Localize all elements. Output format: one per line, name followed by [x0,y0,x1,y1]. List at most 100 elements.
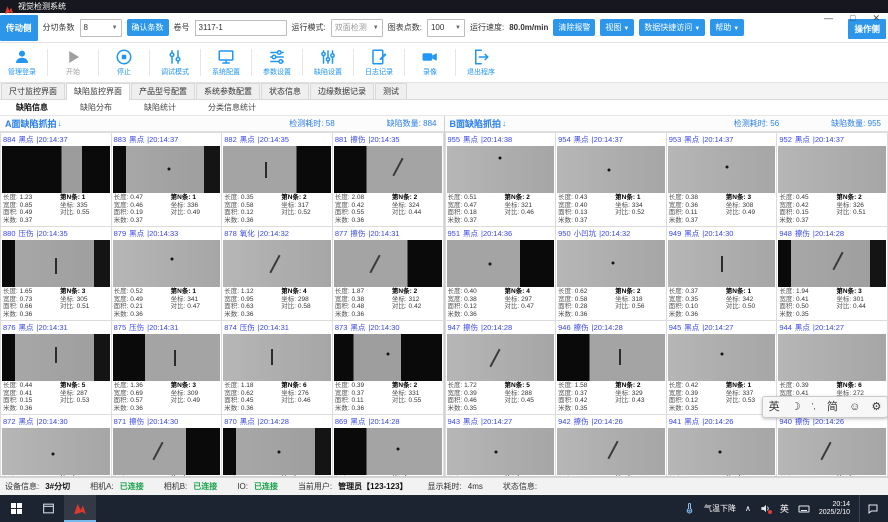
tab-4[interactable]: 状态信息 [261,83,309,99]
debug-icon [166,48,184,66]
ime-settings-gear-icon[interactable]: ⚙ [871,401,881,413]
defect-card[interactable]: 950小凹坑|20:14:32 长度: 0.62 宽度: 0.58 面积: 0.… [556,227,666,320]
defect-card[interactable]: 955黑点|20:14:38 长度: 0.51 宽度: 0.47 面积: 0.1… [446,133,556,226]
defect-card-header: 873黑点|20:14:30 [333,321,443,333]
subtab-0[interactable]: 缺陷信息 [0,100,64,115]
action-stop-button[interactable]: 停止 [104,48,144,77]
moon-icon[interactable]: ☽ [791,401,801,413]
defect-card[interactable]: 869黑点|20:14:28 长度: 0.36 宽度: 0.39 面积: 0.1… [333,415,443,476]
tab-5[interactable]: 边缘数据记录 [310,83,374,99]
defect-card[interactable]: 871擦伤|20:14:30 长度: 2.24 宽度: 0.35 面积: 0.5… [112,415,222,476]
confirm-count-button[interactable]: 确认条数 [127,19,169,36]
defect-card-header: 952黑点|20:14:37 [777,133,887,145]
action-play-button[interactable]: 开始 [53,48,93,77]
defect-card[interactable]: 880压伤|20:14:35 长度: 1.65 宽度: 0.73 面积: 0.6… [1,227,111,320]
maximize-button[interactable]: □ [850,14,855,23]
panel-title: B面缺陷抓拍 [450,117,502,130]
run-mode-select[interactable]: 双面检测▼ [331,19,383,37]
minimize-button[interactable]: — [824,14,833,23]
sort-arrow-icon[interactable]: ↓ [502,119,506,128]
weather-ticker[interactable]: 气温下降 [704,503,736,514]
drive-side-button[interactable]: 传动侧 [0,15,38,41]
defect-card[interactable]: 948擦伤|20:14:28 长度: 1.94 宽度: 0.41 面积: 0.5… [777,227,887,320]
action-params-button[interactable]: 参数设置 [257,48,297,77]
defect-card[interactable]: 876黑点|20:14:31 长度: 0.44 宽度: 0.41 面积: 0.1… [1,321,111,414]
chart-points-select[interactable]: 100▼ [427,19,465,37]
defect-card[interactable]: 953黑点|20:14:37 长度: 0.38 宽度: 0.36 面积: 0.1… [667,133,777,226]
taskbar-app-inspection[interactable] [64,495,96,522]
toolbar-divider [149,49,150,76]
defect-card[interactable]: 952黑点|20:14:37 长度: 0.45 宽度: 0.42 面积: 0.1… [777,133,887,226]
detect-elapsed: 检测耗时: 56 [734,118,779,129]
defect-card[interactable]: 878氧化|20:14:32 长度: 1.12 宽度: 0.95 面积: 0.6… [222,227,332,320]
tab-3[interactable]: 系统参数配置 [196,83,260,99]
defect-card[interactable]: 875压伤|20:14:31 长度: 1.36 宽度: 0.69 面积: 0.5… [112,321,222,414]
subtab-3[interactable]: 分类信息统计 [192,100,272,115]
tab-6[interactable]: 测试 [375,83,407,99]
defect-image [2,146,110,193]
taskbar-app-window[interactable] [32,495,64,522]
speaker-icon[interactable] [760,503,771,514]
subtab-1[interactable]: 缺陷分布 [64,100,128,115]
taskbar-clock[interactable]: 20:14 2025/2/10 [819,501,850,517]
defect-card[interactable]: 882黑点|20:14:35 长度: 0.35 宽度: 0.58 面积: 0.1… [222,133,332,226]
defect-card[interactable]: 954黑点|20:14:37 长度: 0.43 宽度: 0.40 面积: 0.1… [556,133,666,226]
defect-card[interactable]: 941黑点|20:14:26 长度: 0.35 宽度: 0.38 面积: 0.1… [667,415,777,476]
defect-image [557,334,665,381]
defect-card[interactable]: 872黑点|20:14:30 长度: 0.41 宽度: 0.44 面积: 0.1… [1,415,111,476]
punctuation-toggle[interactable]: ’, [812,401,816,413]
defect-card[interactable]: 951黑点|20:14:36 长度: 0.40 宽度: 0.38 面积: 0.1… [446,227,556,320]
notification-center-button[interactable] [859,495,884,522]
help-menu-button[interactable]: 帮助▼ [710,19,744,36]
system-icon [217,48,235,66]
defect-card[interactable]: 884黑点|20:14:37 长度: 1.23 宽度: 0.85 面积: 0.4… [1,133,111,226]
defect-card[interactable]: 949黑点|20:14:30 长度: 0.37 宽度: 0.35 面积: 0.1… [667,227,777,320]
defect-card[interactable]: 942擦伤|20:14:26 长度: 1.66 宽度: 0.36 面积: 0.4… [556,415,666,476]
defect-time: |20:14:30 [37,417,68,426]
action-system-button[interactable]: 系统配置 [206,48,246,77]
roll-no-input[interactable] [195,20,287,36]
action-user-button[interactable]: 管理登录 [2,48,42,77]
ime-english-toggle[interactable]: 英 [769,401,780,413]
slit-count-select[interactable]: 8▼ [80,19,122,37]
defect-card-header: 950小凹坑|20:14:32 [556,227,666,239]
defect-image [778,240,886,287]
defect-card[interactable]: 943黑点|20:14:27 长度: 0.44 宽度: 0.43 面积: 0.1… [446,415,556,476]
action-defect-settings-button[interactable]: 缺陷设置 [308,48,348,77]
tab-0[interactable]: 尺寸监控界面 [1,83,65,99]
action-camera-button[interactable]: 录像 [410,48,450,77]
defect-card[interactable]: 874压伤|20:14:31 长度: 1.18 宽度: 0.62 面积: 0.4… [222,321,332,414]
tray-chevron-icon[interactable]: ∧ [745,504,751,513]
action-log-button[interactable]: 日志记录 [359,48,399,77]
thermometer-icon[interactable] [684,503,695,514]
defect-card[interactable]: 881擦伤|20:14:35 长度: 2.08 宽度: 0.42 面积: 0.5… [333,133,443,226]
subtab-2[interactable]: 缺陷统计 [128,100,192,115]
action-exit-button[interactable]: 退出程序 [461,48,501,77]
view-menu-button[interactable]: 视图▼ [600,19,634,36]
defect-card[interactable]: 940擦伤|20:14:26 长度: 1.49 宽度: 0.40 面积: 0.4… [777,415,887,476]
defect-card[interactable]: 947擦伤|20:14:28 长度: 1.72 宽度: 0.39 面积: 0.4… [446,321,556,414]
defect-card[interactable]: 946擦伤|20:14:28 长度: 1.58 宽度: 0.37 面积: 0.4… [556,321,666,414]
keyboard-icon[interactable] [798,503,810,515]
defect-card[interactable]: 877擦伤|20:14:31 长度: 1.87 宽度: 0.38 面积: 0.4… [333,227,443,320]
defect-time: |20:14:35 [258,135,289,144]
emoji-icon[interactable]: ☺ [849,401,860,413]
defect-card[interactable]: 879黑点|20:14:33 长度: 0.52 宽度: 0.49 面积: 0.2… [112,227,222,320]
sort-arrow-icon[interactable]: ↓ [58,119,62,128]
tab-1[interactable]: 缺陷监控界面 [66,83,130,100]
defect-type: 黑点 [684,229,699,238]
start-button[interactable] [0,495,32,522]
tab-2[interactable]: 产品型号配置 [131,83,195,99]
ime-indicator[interactable]: 英 [780,502,789,515]
defect-card[interactable]: 883黑点|20:14:37 长度: 0.47 宽度: 0.46 面积: 0.1… [112,133,222,226]
defect-card[interactable]: 873黑点|20:14:30 长度: 0.39 宽度: 0.37 面积: 0.1… [333,321,443,414]
io-label: IO: [237,482,248,491]
defect-id: 940 [779,417,792,426]
action-debug-button[interactable]: 调试模式 [155,48,195,77]
defect-card[interactable]: 945黑点|20:14:27 长度: 0.42 宽度: 0.39 面积: 0.1… [667,321,777,414]
ime-simplified-toggle[interactable]: 简 [827,401,838,413]
quick-data-menu-button[interactable]: 数据快捷访问▼ [639,19,705,36]
close-button[interactable]: ✕ [872,14,880,23]
defect-card[interactable]: 870黑点|20:14:28 长度: 0.48 宽度: 0.45 面积: 0.1… [222,415,332,476]
clear-alarm-button[interactable]: 清除报警 [553,19,595,36]
